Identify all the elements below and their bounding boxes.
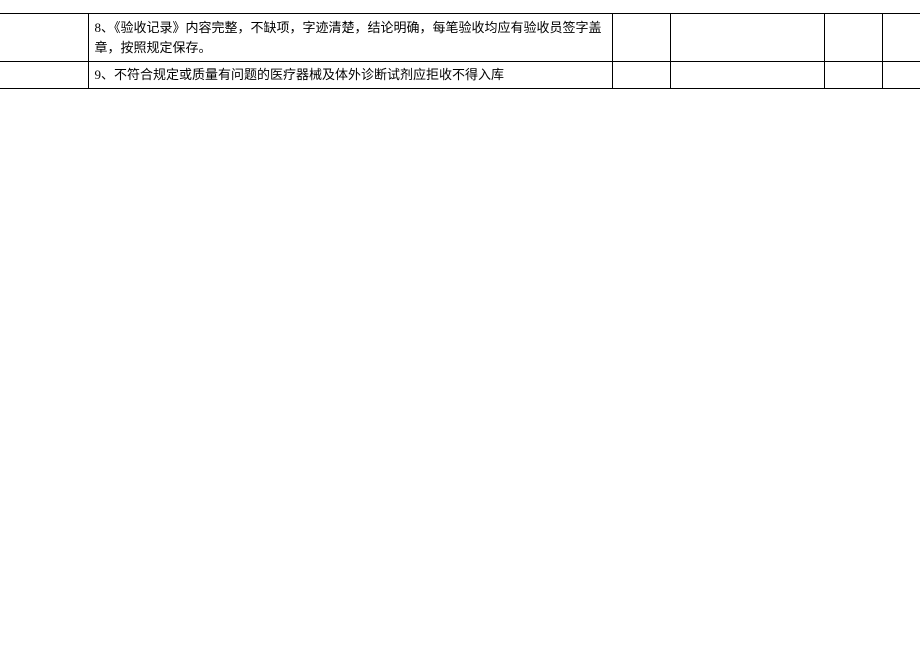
cell-col3 bbox=[612, 14, 670, 62]
document-table: 8、《验收记录》内容完整，不缺项，字迹清楚，结论明确，每笔验收均应有验收员签字盖… bbox=[0, 13, 920, 89]
cell-col5 bbox=[824, 62, 882, 89]
cell-col3 bbox=[612, 62, 670, 89]
cell-content: 9、不符合规定或质量有问题的医疗器械及体外诊断试剂应拒收不得入库 bbox=[88, 62, 612, 89]
cell-category bbox=[0, 14, 88, 62]
table-row: 9、不符合规定或质量有问题的医疗器械及体外诊断试剂应拒收不得入库 bbox=[0, 62, 920, 89]
cell-col4 bbox=[670, 62, 824, 89]
cell-content: 8、《验收记录》内容完整，不缺项，字迹清楚，结论明确，每笔验收均应有验收员签字盖… bbox=[88, 14, 612, 62]
cell-col6 bbox=[882, 14, 920, 62]
cell-col4 bbox=[670, 14, 824, 62]
cell-category bbox=[0, 62, 88, 89]
cell-col5 bbox=[824, 14, 882, 62]
cell-col6 bbox=[882, 62, 920, 89]
table-row: 8、《验收记录》内容完整，不缺项，字迹清楚，结论明确，每笔验收均应有验收员签字盖… bbox=[0, 14, 920, 62]
